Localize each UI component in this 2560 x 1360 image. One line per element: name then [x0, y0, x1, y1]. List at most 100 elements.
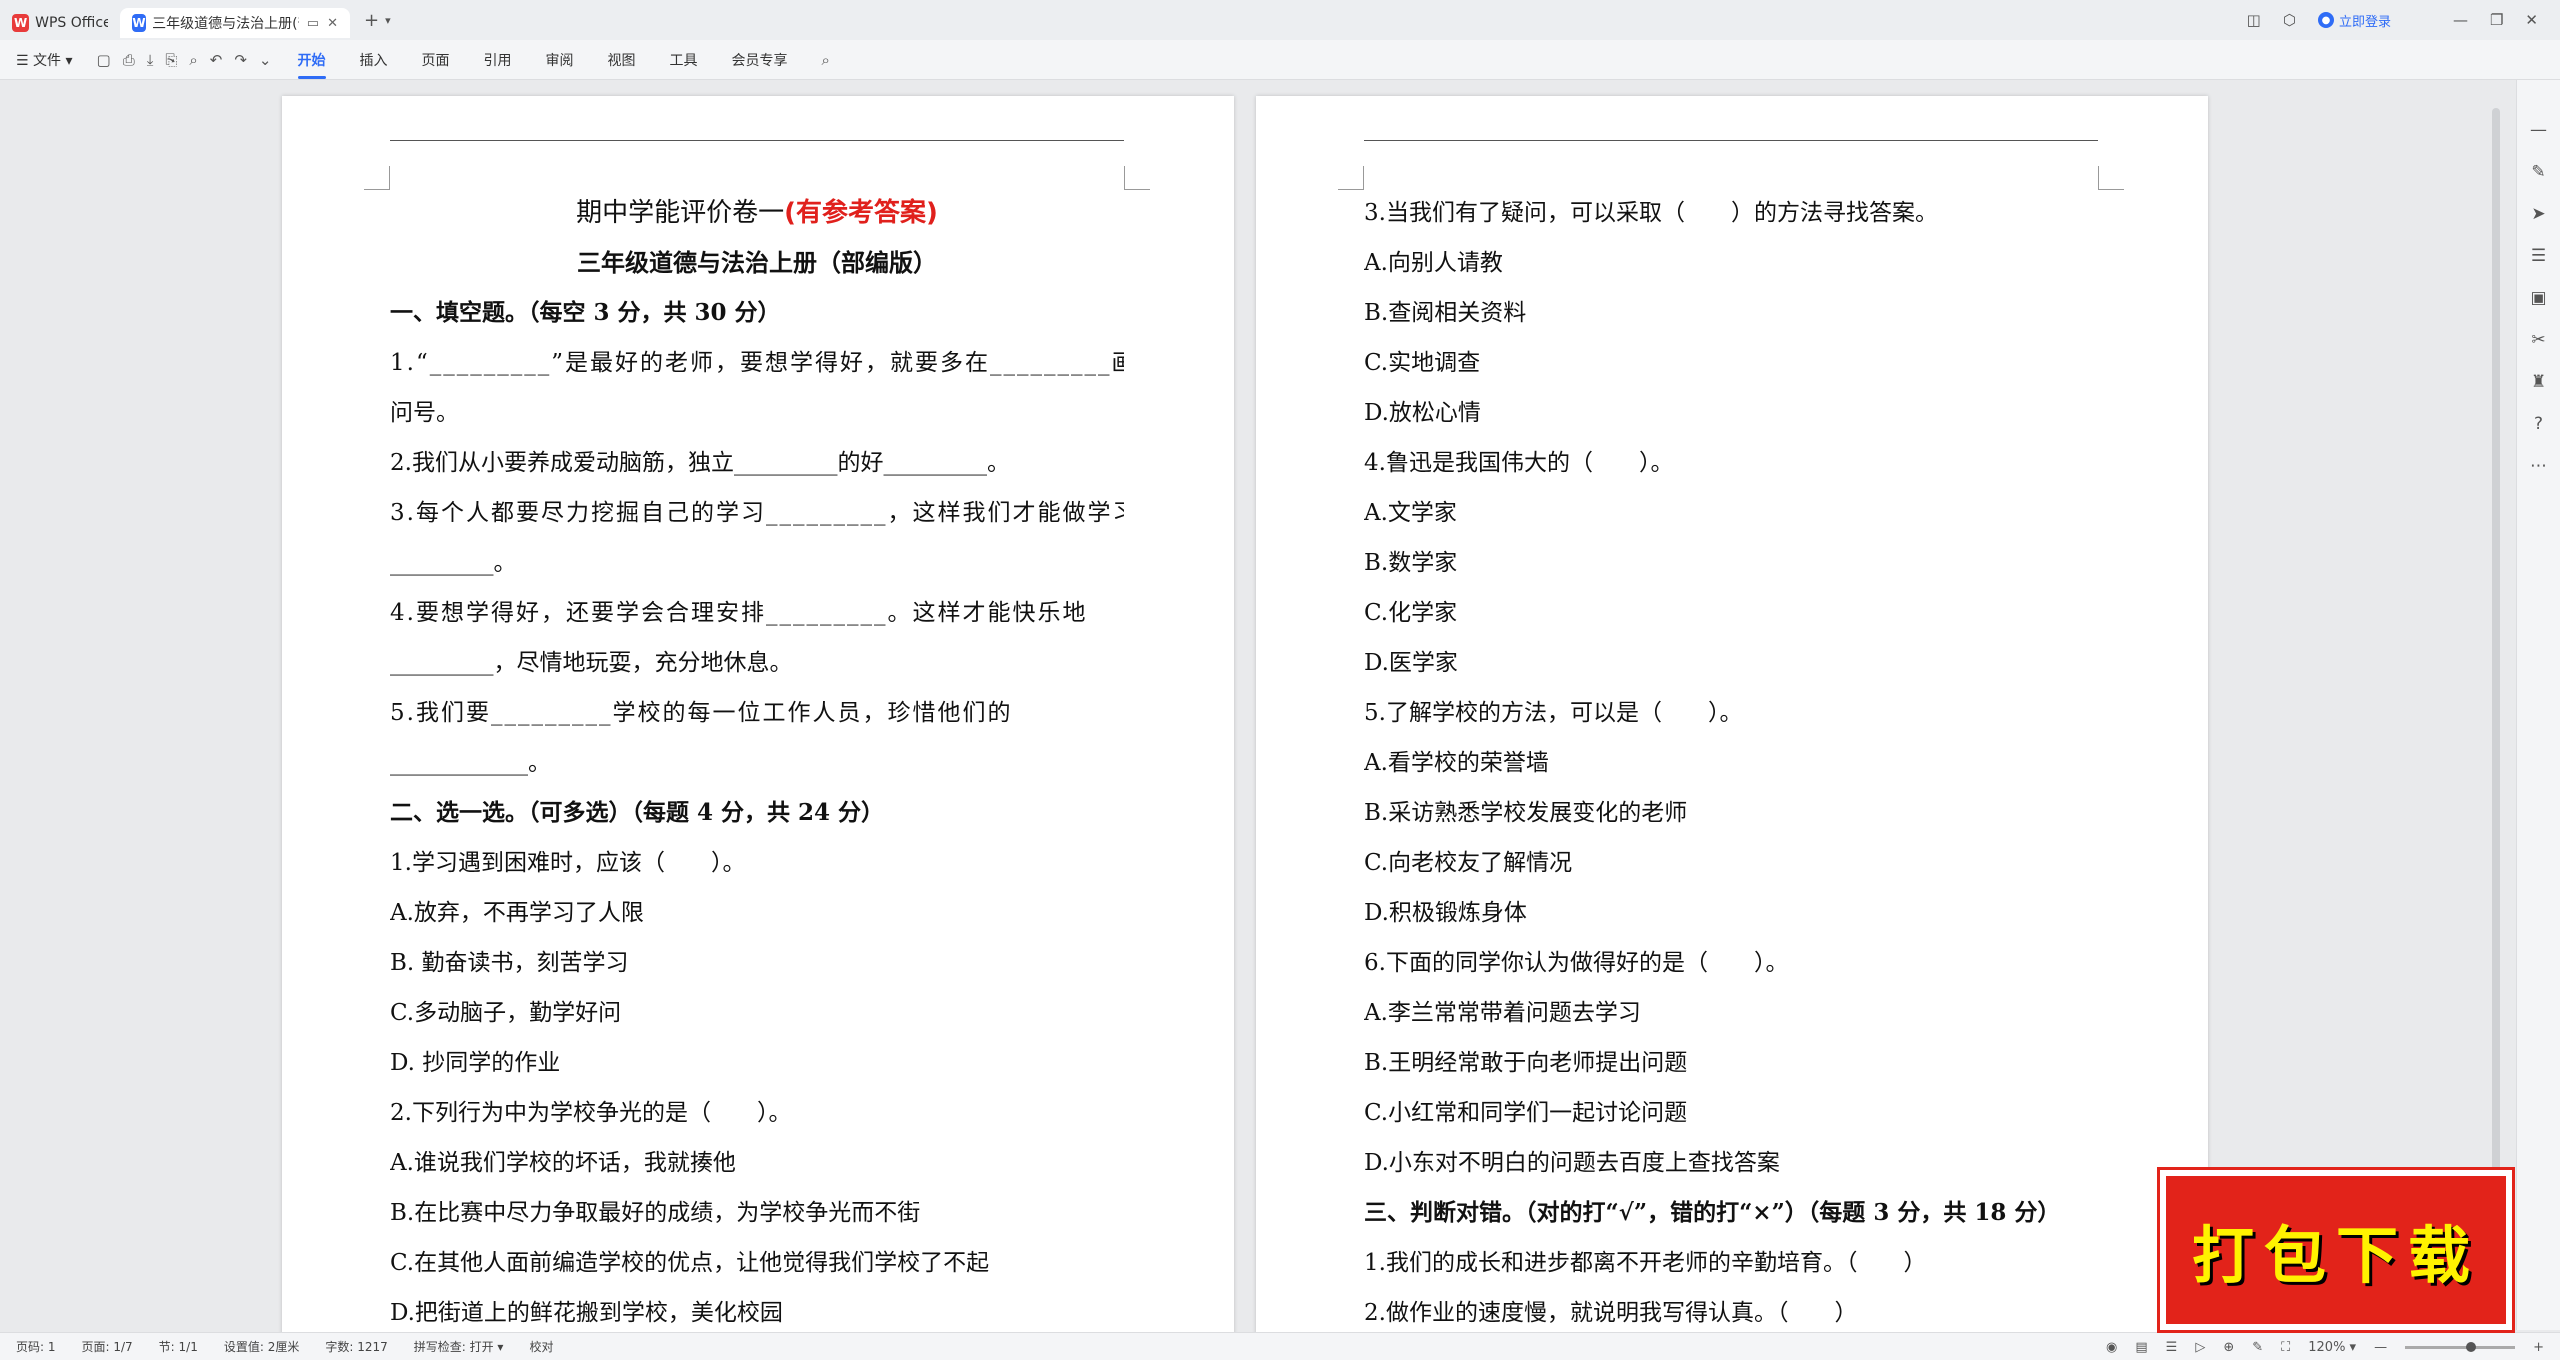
text-line: 4.鲁迅是我国伟大的（ ）。 — [1364, 450, 1674, 476]
status-spell-check[interactable]: 拼写检查: 打开 ▾ — [414, 1338, 504, 1355]
screen-icon[interactable]: ▭ — [307, 16, 319, 31]
header-rule — [1364, 140, 2098, 141]
tab-member[interactable]: 会员专享 — [732, 50, 788, 70]
more-icon[interactable]: ⋯ — [2530, 456, 2547, 476]
margin-mark-right — [1124, 166, 1150, 190]
login-button[interactable]: ● 立即登录 — [2317, 11, 2391, 30]
shirt-icon[interactable]: ♜ — [2531, 372, 2546, 392]
outline-view-icon[interactable]: ☰ — [2166, 1340, 2178, 1355]
page-view-icon[interactable]: ▤ — [2135, 1340, 2147, 1355]
text-line: B. 勤奋读书，刻苦学习 — [390, 950, 629, 976]
exam-title-text: 期中学能评价卷一 — [576, 198, 785, 228]
text-line: 5.我们要_________学校的每一位工作人员，珍惜他们的 — [390, 700, 1013, 726]
sliders-icon[interactable]: ☰ — [2531, 246, 2546, 266]
text-line: C.实地调查 — [1364, 350, 1481, 376]
chevron-down-icon[interactable]: ▾ — [385, 14, 391, 27]
section-heading: 一、填空题。（每空 3 分，共 30 分） — [390, 299, 781, 326]
cursor-icon[interactable]: ➤ — [2531, 204, 2545, 224]
text-line: D.积极锻炼身体 — [1364, 900, 1527, 926]
zoom-level[interactable]: 120% ▾ — [2308, 1340, 2356, 1355]
text-line: 3.每个人都要尽力挖掘自己的学习_________，这样我们才能做学习的 — [390, 500, 1124, 526]
wps-home-tab[interactable]: W WPS Office — [0, 8, 120, 38]
page-1-content: 期中学能评价卷一(有参考答案) 三年级道德与法治上册（部编版） 一、填空题。（每… — [390, 188, 1124, 1336]
tab-page[interactable]: 页面 — [422, 50, 450, 70]
page-2-lines: 3.当我们有了疑问，可以采取（ ）的方法寻找答案。 A.向别人请教 B.查阅相关资料… — [1364, 188, 2098, 1336]
more-chevron-icon[interactable]: ⌄ — [259, 51, 272, 69]
help-icon[interactable]: ? — [2534, 414, 2543, 434]
pen-mode-icon[interactable]: ✎ — [2252, 1340, 2263, 1355]
answer-note: (有参考答案) — [784, 198, 938, 228]
text-line: A.文学家 — [1364, 500, 1457, 526]
tools-icon[interactable]: ✂ — [2531, 330, 2545, 350]
text-line: C.小红常和同学们一起讨论问题 — [1364, 1100, 1688, 1126]
tab-view[interactable]: 视图 — [608, 50, 636, 70]
document-page-2[interactable]: 3.当我们有了疑问，可以采取（ ）的方法寻找答案。 A.向别人请教 B.查阅相关资料… — [1256, 96, 2208, 1336]
file-menu[interactable]: ☰ 文件 ▾ — [16, 50, 73, 70]
text-line: C.多动脑子，勤学好问 — [390, 1000, 622, 1026]
status-position[interactable]: 设置值: 2厘米 — [224, 1338, 300, 1355]
status-word-count[interactable]: 字数: 1217 — [325, 1338, 387, 1355]
new-tab-icon[interactable]: + — [364, 10, 379, 31]
print-icon[interactable]: ⎘ — [165, 51, 177, 69]
tab-insert[interactable]: 插入 — [360, 50, 388, 70]
margin-mark-left — [364, 166, 390, 190]
print-preview-icon[interactable]: ⌕ — [189, 51, 197, 69]
new-doc-icon[interactable]: ▢ — [97, 51, 111, 69]
zoom-label: 120% — [2308, 1339, 2346, 1355]
play-icon[interactable]: ▷ — [2195, 1340, 2205, 1355]
export-pdf-icon[interactable]: ⤓ — [147, 51, 154, 69]
status-section[interactable]: 节: 1/1 — [159, 1338, 198, 1355]
redo-icon[interactable]: ↷ — [234, 51, 247, 69]
minimize-icon[interactable]: — — [2453, 11, 2468, 29]
tab-home[interactable]: 开始 — [297, 50, 326, 79]
text-line: 5.了解学校的方法，可以是（ ）。 — [1364, 700, 1743, 726]
header-rule — [390, 140, 1124, 141]
zoom-slider[interactable] — [2405, 1341, 2516, 1352]
text-line: 3.当我们有了疑问，可以采取（ ）的方法寻找答案。 — [1364, 200, 1938, 226]
eye-icon[interactable]: ◉ — [2106, 1340, 2117, 1355]
zoom-in-icon[interactable]: + — [2533, 1340, 2544, 1355]
vertical-scrollbar[interactable] — [2492, 108, 2500, 1328]
exam-title: 期中学能评价卷一(有参考答案) — [390, 188, 1124, 238]
section-heading: 二、选一选。（可多选）（每题 4 分，共 24 分） — [390, 799, 885, 826]
text-line: 1.我们的成长和进步都离不开老师的辛勤培育。（ ） — [1364, 1250, 1927, 1276]
text-line: D. 抄同学的作业 — [390, 1050, 561, 1076]
download-banner[interactable]: 打包下载 — [2160, 1170, 2512, 1330]
image-icon[interactable]: ▣ — [2530, 288, 2546, 308]
document-page-1[interactable]: 期中学能评价卷一(有参考答案) 三年级道德与法治上册（部编版） 一、填空题。（每… — [282, 96, 1234, 1336]
text-line: 1.学习遇到困难时，应该（ ）。 — [390, 850, 746, 876]
text-line: A.谁说我们学校的坏话，我就揍他 — [390, 1150, 736, 1176]
text-line: 4.要想学得好，还要学会合理安排_________。这样才能快乐地 — [390, 600, 1088, 626]
text-line: 2.下列行为中为学校争光的是（ ）。 — [390, 1100, 792, 1126]
page-2-content: 3.当我们有了疑问，可以采取（ ）的方法寻找答案。 A.向别人请教 B.查阅相关资料… — [1364, 188, 2098, 1336]
tab-references[interactable]: 引用 — [484, 50, 512, 70]
status-proofread[interactable]: 校对 — [529, 1338, 553, 1355]
status-pages[interactable]: 页面: 1/7 — [82, 1338, 133, 1355]
layout-icon[interactable]: ◫ — [2247, 11, 2261, 29]
document-tab-label: 三年级道德与法治上册(部编版 — [152, 16, 299, 32]
text-line: B.数学家 — [1364, 550, 1458, 576]
text-line: C.在其他人面前编造学校的优点，让他觉得我们学校了不起 — [390, 1250, 990, 1276]
text-line: D.医学家 — [1364, 650, 1458, 676]
fit-page-icon[interactable]: ⛶ — [2281, 1340, 2290, 1355]
status-page-number[interactable]: 页码: 1 — [16, 1338, 56, 1355]
search-icon[interactable]: ⌕ — [822, 51, 830, 69]
collapse-icon[interactable]: — — [2530, 120, 2547, 140]
download-banner-label: 打包下载 — [2191, 1219, 2480, 1292]
wps-logo-icon: W — [12, 14, 30, 32]
pen-icon[interactable]: ✎ — [2531, 162, 2545, 182]
tab-review[interactable]: 审阅 — [546, 50, 574, 70]
close-window-icon[interactable]: ✕ — [2525, 11, 2538, 29]
save-icon[interactable]: ⎙ — [123, 51, 135, 69]
restore-icon[interactable]: ❐ — [2490, 11, 2503, 29]
text-line: D.小东对不明白的问题去百度上查找答案 — [1364, 1150, 1780, 1176]
text-line: ____________。 — [390, 750, 551, 776]
tab-tools[interactable]: 工具 — [670, 50, 698, 70]
web-view-icon[interactable]: ⊕ — [2223, 1340, 2234, 1355]
zoom-slider-knob[interactable] — [2465, 1341, 2476, 1352]
close-tab-icon[interactable]: ✕ — [327, 16, 338, 31]
cube-icon[interactable]: ⬡ — [2283, 11, 2296, 29]
undo-icon[interactable]: ↶ — [210, 51, 223, 69]
zoom-out-icon[interactable]: — — [2374, 1340, 2387, 1355]
document-tab[interactable]: W 三年级道德与法治上册(部编版 ▭ ✕ — [120, 8, 350, 38]
